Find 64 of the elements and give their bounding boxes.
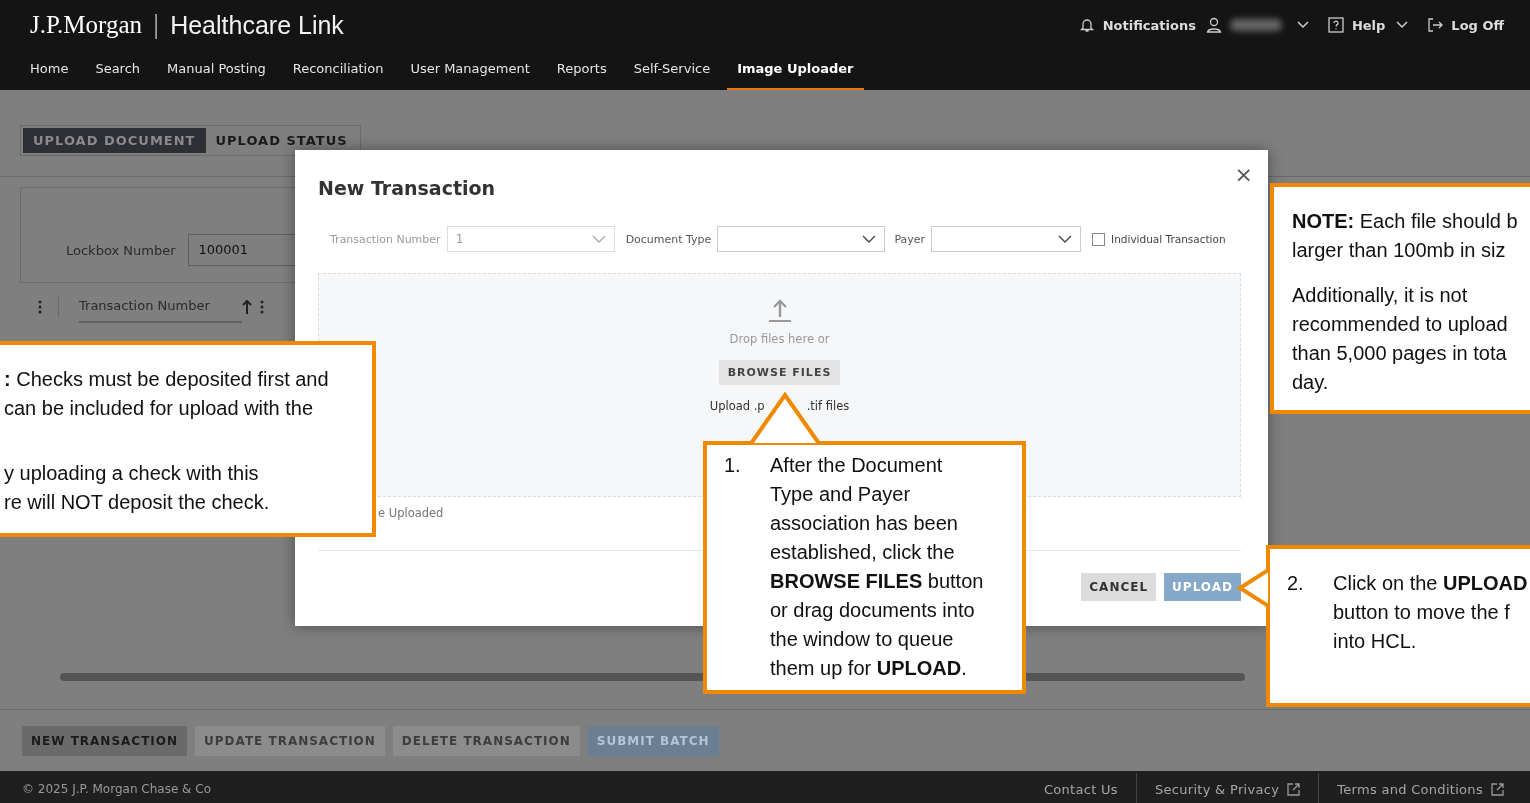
field-label: Transaction Number (330, 232, 441, 246)
logoff-link[interactable]: Log Off (1451, 17, 1504, 33)
file-types-text: Upload .p (709, 399, 765, 413)
callout-text: can be included for upload with the (4, 396, 315, 421)
nav-tab[interactable]: Reconciliation (292, 50, 384, 90)
logo-separator: | (152, 11, 161, 39)
logout-icon[interactable] (1427, 17, 1444, 33)
nav-tab[interactable]: Reports (556, 50, 607, 90)
callout-text: Additionally, it is not (1292, 283, 1469, 308)
browse-files-button[interactable]: BROWSE FILES (718, 360, 841, 385)
footer-link[interactable]: Security & Privacy (1154, 781, 1280, 797)
checkbox[interactable] (1092, 232, 1106, 246)
step-number: 1. (724, 453, 742, 478)
help-menu[interactable]: Help (1351, 17, 1386, 33)
footer-link[interactable]: Terms and Conditions (1337, 781, 1483, 797)
sort-up-icon[interactable] (242, 300, 252, 314)
nav-tab[interactable]: User Management (410, 50, 530, 90)
checkbox-label: Individual Transaction (1111, 233, 1226, 245)
field-label: Document Type (625, 232, 712, 246)
external-link-icon[interactable] (1287, 782, 1301, 796)
copyright-text: © 2025 J.P. Morgan Chase & Co (22, 782, 211, 796)
bell-icon[interactable] (1078, 17, 1095, 33)
dialog-title: New Transaction (318, 177, 496, 199)
callout-text: into HCL. (1333, 629, 1418, 654)
chevron-down-icon[interactable] (1058, 234, 1073, 244)
dialog-button[interactable]: CANCEL (1081, 573, 1157, 601)
upload-icon (768, 298, 791, 322)
footer-link[interactable]: Contact Us (1043, 781, 1118, 797)
logo[interactable]: J.P.Morgan (30, 11, 143, 39)
nav-tab[interactable]: Manual Posting (167, 50, 266, 90)
user-icon[interactable] (1205, 17, 1222, 33)
dropdown-field[interactable] (717, 226, 886, 252)
nav-tab[interactable]: Self-Service (633, 50, 711, 90)
dropdown-field[interactable] (931, 226, 1082, 252)
callout-text: recommended to upload (1292, 312, 1509, 337)
close-icon[interactable]: × (1234, 162, 1253, 187)
callout-text: button to move the f (1333, 600, 1511, 625)
external-link-icon[interactable] (1491, 782, 1504, 796)
callout-text: re will NOT deposit the check. (4, 490, 271, 515)
step-number: 2. (1287, 571, 1305, 596)
column-header[interactable]: Transaction Number (79, 291, 242, 323)
callout-text: larger than 100mb in siz (1292, 238, 1507, 263)
callout-text: y uploading a check with this (4, 461, 260, 486)
nav-tab[interactable]: Home (30, 50, 69, 90)
drop-hint: Drop files here or (729, 332, 830, 346)
column-menu-icon[interactable] (38, 300, 42, 314)
product-name: Healthcare Link (170, 10, 344, 40)
page-tab[interactable]: UPLOAD STATUS (205, 128, 358, 153)
column-menu-icon[interactable] (260, 300, 264, 314)
file-types-text: .tif files (806, 399, 850, 413)
field-label: Lockbox Number (66, 242, 176, 258)
callout-text: day. (1292, 370, 1330, 395)
page-tab[interactable]: UPLOAD DOCUMENT (23, 128, 206, 153)
callout-text: NOTE: Each file should b (1292, 209, 1519, 234)
help-icon[interactable] (1327, 17, 1344, 33)
chevron-down-icon[interactable] (862, 234, 877, 244)
nav-tab[interactable]: Search (95, 50, 141, 90)
field-label: Payer (894, 232, 926, 246)
callout-text: than 5,000 pages in tota (1292, 341, 1508, 366)
redacted-username (1229, 19, 1282, 31)
nav-tab[interactable]: Image Uploader (727, 50, 864, 90)
callout-text: Click on the UPLOAD (1333, 571, 1528, 596)
notifications-link[interactable]: Notifications (1102, 17, 1196, 33)
uploaded-label: e Uploaded (378, 506, 445, 520)
